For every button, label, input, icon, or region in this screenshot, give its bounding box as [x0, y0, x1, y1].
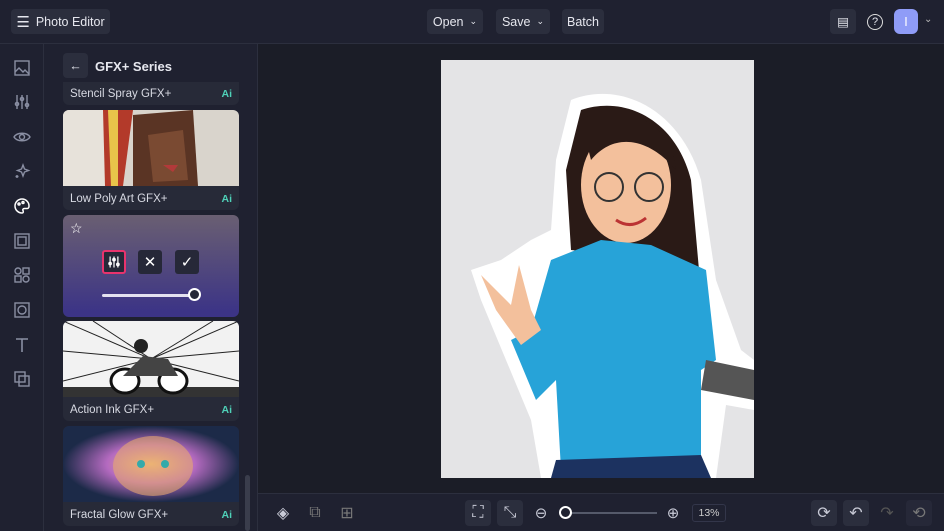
- history-button[interactable]: ⟲: [906, 500, 932, 526]
- chevron-down-icon: ⌄: [536, 16, 545, 26]
- cancel-button[interactable]: ✕: [138, 250, 162, 274]
- minus-circle-icon: ⊖: [534, 505, 548, 522]
- effect-label: Action Ink GFX+: [70, 404, 155, 416]
- zoom-slider[interactable]: [562, 512, 657, 514]
- fit-screen-button[interactable]: ⛶: [465, 500, 491, 526]
- effect-card-fractal-glow[interactable]: Fractal Glow GFX+ Ai: [63, 426, 239, 526]
- redo-button[interactable]: ↷: [874, 500, 900, 526]
- cartoon-portrait-image: [471, 93, 754, 478]
- effect-card-stencil-spray[interactable]: Stencil Spray GFX+ Ai: [63, 82, 239, 105]
- frame-icon[interactable]: [13, 232, 31, 250]
- actual-size-button[interactable]: ⤡: [497, 500, 523, 526]
- zoom-in-button[interactable]: ⊕: [660, 500, 686, 526]
- fractal-glow-thumbnail: [63, 426, 239, 502]
- layers-icon: ◈: [276, 505, 290, 522]
- plus-circle-icon: ⊕: [666, 505, 680, 522]
- menu-button[interactable]: ☰ Photo Editor: [11, 9, 110, 34]
- elements-icon[interactable]: [13, 266, 31, 284]
- intensity-slider-handle[interactable]: [188, 288, 201, 301]
- expand-icon: ⛶: [472, 504, 484, 521]
- panel-scrollbar[interactable]: [245, 475, 250, 531]
- sparkle-icon[interactable]: [13, 162, 31, 180]
- chevron-down-icon: ⌄: [469, 16, 478, 26]
- back-button[interactable]: ←: [63, 53, 88, 78]
- help-icon: ?: [867, 13, 883, 30]
- comments-button[interactable]: ▤: [830, 9, 856, 34]
- zoom-level[interactable]: 13%: [692, 504, 726, 522]
- open-button[interactable]: Open ⌄: [427, 9, 483, 34]
- redo-icon: ↷: [880, 505, 894, 522]
- refresh-icon: ⟳: [817, 505, 831, 522]
- avatar-initial: I: [904, 14, 908, 29]
- zoom-slider-handle[interactable]: [558, 506, 572, 519]
- hamburger-icon: ☰: [16, 13, 30, 31]
- ai-badge: Ai: [221, 509, 233, 521]
- ai-badge: Ai: [221, 404, 233, 416]
- photo-canvas[interactable]: [441, 60, 754, 478]
- intensity-slider[interactable]: [102, 294, 194, 297]
- star-icon[interactable]: ☆: [70, 220, 83, 237]
- duplicate-button[interactable]: ⧉: [302, 500, 328, 526]
- texture-icon[interactable]: [13, 301, 31, 319]
- batch-label: Batch: [567, 14, 599, 29]
- avatar[interactable]: I: [894, 9, 918, 34]
- eye-icon[interactable]: [13, 128, 31, 146]
- chevron-down-icon[interactable]: ⌄: [924, 14, 932, 25]
- apply-button[interactable]: ✓: [175, 250, 199, 274]
- save-button[interactable]: Save ⌄: [496, 9, 550, 34]
- adjust-settings-button[interactable]: [102, 250, 126, 274]
- grid-button[interactable]: ⊞: [334, 500, 360, 526]
- arrow-left-icon: ←: [69, 58, 82, 73]
- grid-icon: ⊞: [340, 505, 354, 522]
- batch-button[interactable]: Batch: [562, 9, 604, 34]
- effect-label: Low Poly Art GFX+: [70, 193, 168, 205]
- help-button[interactable]: ?: [862, 9, 888, 34]
- image-icon[interactable]: [13, 59, 31, 77]
- history-icon: ⟲: [912, 505, 926, 522]
- save-label: Save: [501, 14, 531, 29]
- palette-icon[interactable]: [13, 197, 31, 215]
- effect-settings-card: ☆ ✕ ✓: [63, 215, 239, 317]
- effect-card-low-poly-art[interactable]: Low Poly Art GFX+ Ai: [63, 110, 239, 210]
- tool-rail: [0, 44, 44, 531]
- undo-button[interactable]: ↶: [843, 500, 869, 526]
- check-icon: ✓: [180, 254, 194, 271]
- effect-label: Fractal Glow GFX+: [70, 509, 169, 521]
- sliders-icon: [108, 256, 120, 268]
- undo-icon: ↶: [849, 505, 863, 522]
- close-icon: ✕: [143, 254, 157, 271]
- comment-icon: ▤: [837, 15, 849, 29]
- action-ink-thumbnail: [63, 321, 239, 397]
- ai-badge: Ai: [221, 88, 233, 100]
- effect-label: Stencil Spray GFX+: [70, 88, 172, 100]
- open-label: Open: [432, 14, 464, 29]
- overlay-icon[interactable]: [13, 370, 31, 388]
- app-title: Photo Editor: [35, 14, 105, 29]
- text-icon[interactable]: [13, 336, 31, 354]
- adjustments-icon[interactable]: [13, 93, 31, 111]
- sync-button[interactable]: ⟳: [811, 500, 837, 526]
- effect-card-action-ink[interactable]: Action Ink GFX+ Ai: [63, 321, 239, 421]
- layers-button[interactable]: ◈: [270, 500, 296, 526]
- shrink-icon: ⤡: [503, 504, 517, 521]
- zoom-out-button[interactable]: ⊖: [528, 500, 554, 526]
- top-bar: ☰ Photo Editor Open ⌄ Save ⌄ Batch ▤ ? I ⌄: [0, 0, 944, 44]
- effects-panel: ← GFX+ Series Stencil Spray GFX+ Ai Low P…: [44, 44, 258, 531]
- low-poly-thumbnail: [63, 110, 239, 186]
- panel-title: GFX+ Series: [95, 59, 172, 74]
- ai-badge: Ai: [221, 193, 233, 205]
- copy-icon: ⧉: [309, 504, 321, 521]
- bottom-toolbar: ◈ ⧉ ⊞ ⛶ ⤡ ⊖ ⊕ 13% ⟳ ↶ ↷ ⟲: [258, 493, 944, 531]
